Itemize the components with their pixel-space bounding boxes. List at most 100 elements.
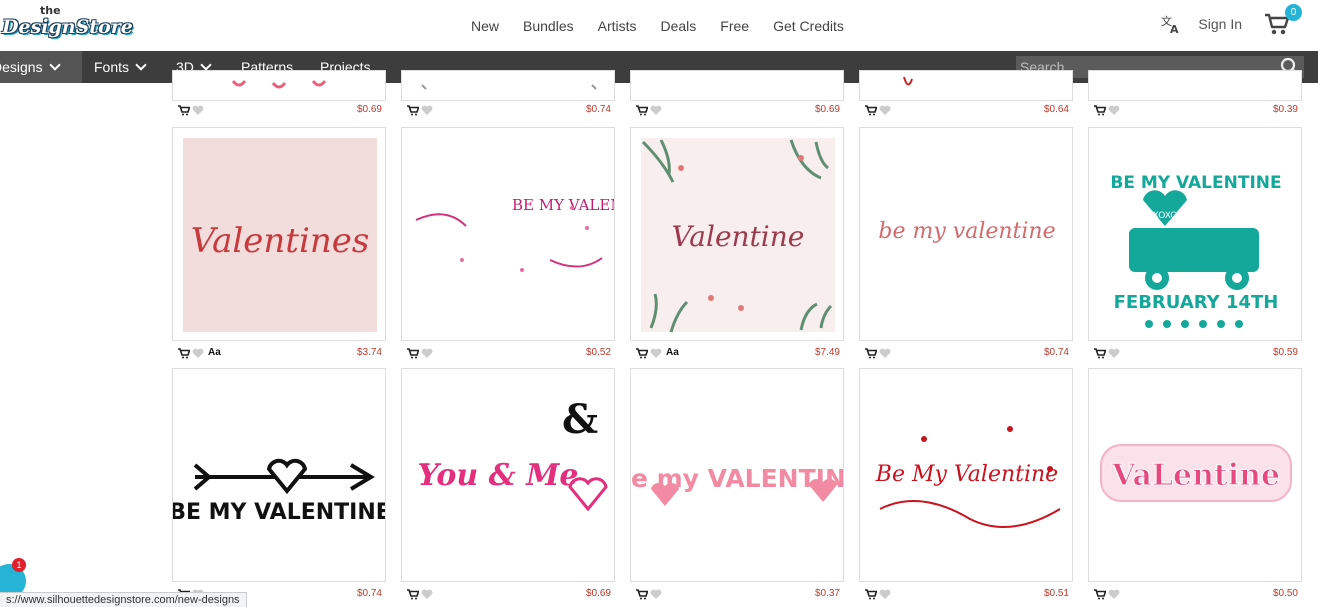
product-price: $0.69 <box>814 104 840 115</box>
card-title: BE MY VALENTINE <box>1110 173 1281 193</box>
category-fonts[interactable]: Fonts <box>94 51 147 83</box>
nav-artists[interactable]: Artists <box>598 18 637 34</box>
truck-heart-text: XOXO <box>1153 211 1178 221</box>
nav-get-credits[interactable]: Get Credits <box>773 18 844 34</box>
favorite-heart-icon[interactable] <box>879 348 891 359</box>
product-card[interactable]: be my VALENTINE <box>630 368 844 582</box>
card-meta: $0.69 <box>636 104 840 118</box>
add-to-cart-icon[interactable] <box>865 105 877 116</box>
product-price: $0.51 <box>1043 588 1069 599</box>
favorite-heart-icon[interactable] <box>1108 589 1120 600</box>
card-meta: $0.64 <box>865 104 1069 118</box>
product-image: Valentines <box>183 138 377 332</box>
favorite-heart-icon[interactable] <box>1108 348 1120 359</box>
category-fonts-label: Fonts <box>94 59 130 75</box>
add-to-cart-icon[interactable] <box>636 348 648 359</box>
product-price: $0.64 <box>1043 104 1069 115</box>
product-card[interactable]: VaLentine <box>1088 368 1302 582</box>
card-meta: Aa $7.49 <box>636 347 840 361</box>
product-card[interactable]: Valentine <box>630 127 844 341</box>
chat-notification-badge: 1 <box>12 558 26 572</box>
product-card[interactable] <box>859 70 1073 101</box>
add-to-cart-icon[interactable] <box>407 348 419 359</box>
product-price: $0.59 <box>1272 347 1298 358</box>
card-title: Valentines <box>191 221 370 261</box>
nav-free[interactable]: Free <box>720 18 749 34</box>
product-price: $0.74 <box>356 588 382 599</box>
product-image: be my VALENTINE <box>631 464 843 506</box>
nav-bundles[interactable]: Bundles <box>523 18 574 34</box>
product-price: $7.49 <box>814 347 840 358</box>
add-to-cart-icon[interactable] <box>865 589 877 600</box>
favorite-heart-icon[interactable] <box>650 589 662 600</box>
favorite-heart-icon[interactable] <box>192 105 204 116</box>
favorite-heart-icon[interactable] <box>421 589 433 600</box>
add-to-cart-icon[interactable] <box>636 105 648 116</box>
add-to-cart-icon[interactable] <box>1094 348 1106 359</box>
category-designs[interactable]: Designs <box>0 51 82 83</box>
chevron-down-icon <box>135 59 147 71</box>
add-to-cart-icon[interactable] <box>1094 105 1106 116</box>
nav-new[interactable]: New <box>471 18 499 34</box>
favorite-heart-icon[interactable] <box>650 105 662 116</box>
product-card[interactable] <box>630 70 844 101</box>
favorite-heart-icon[interactable] <box>421 348 433 359</box>
product-card[interactable] <box>172 70 386 101</box>
favorite-heart-icon[interactable] <box>192 348 204 359</box>
card-title-amp: & <box>562 396 598 443</box>
card-title: BE MY VALENTINE <box>173 500 386 525</box>
site-logo[interactable]: the DesignStore <box>0 4 133 48</box>
font-badge: Aa <box>208 347 221 358</box>
cart-button[interactable]: 0 <box>1264 4 1302 37</box>
product-card[interactable] <box>1088 70 1302 101</box>
cart-count-badge: 0 <box>1285 4 1302 21</box>
product-image <box>231 80 327 89</box>
translate-icon[interactable]: 文 A <box>1160 13 1182 35</box>
favorite-heart-icon[interactable] <box>879 589 891 600</box>
card-meta: $0.50 <box>1094 588 1298 602</box>
product-price: $0.69 <box>585 588 611 599</box>
product-price: $0.39 <box>1272 104 1298 115</box>
product-price: $0.69 <box>356 104 382 115</box>
add-to-cart-icon[interactable] <box>178 105 190 116</box>
add-to-cart-icon[interactable] <box>407 105 419 116</box>
add-to-cart-icon[interactable] <box>636 589 648 600</box>
product-image: be my valentine <box>878 219 1055 244</box>
card-title: be my valentine <box>878 219 1055 244</box>
card-meta: $0.59 <box>1094 347 1298 361</box>
nav-deals[interactable]: Deals <box>661 18 697 34</box>
card-meta: $0.69 <box>178 104 382 118</box>
favorite-heart-icon[interactable] <box>650 348 662 359</box>
product-card[interactable]: You & Me & <box>401 368 615 582</box>
product-price: $0.50 <box>1272 588 1298 599</box>
card-meta: Aa $3.74 <box>178 347 382 361</box>
add-to-cart-icon[interactable] <box>407 589 419 600</box>
product-card[interactable]: Valentines <box>172 127 386 341</box>
product-card[interactable] <box>401 70 615 101</box>
header-tools: 文 A Sign In 0 <box>1160 4 1302 37</box>
product-price: $0.52 <box>585 347 611 358</box>
card-subtitle: FEBRUARY 14TH <box>1114 292 1279 313</box>
favorite-heart-icon[interactable] <box>879 105 891 116</box>
add-to-cart-icon[interactable] <box>178 348 190 359</box>
card-meta: $0.74 <box>407 104 611 118</box>
product-card[interactable]: Be My Valentine <box>859 368 1073 582</box>
product-image: Valentine <box>641 138 835 333</box>
add-to-cart-icon[interactable] <box>865 348 877 359</box>
sign-in-link[interactable]: Sign In <box>1198 16 1242 32</box>
favorite-heart-icon[interactable] <box>1108 105 1120 116</box>
product-price: $0.74 <box>1043 347 1069 358</box>
card-title-part: BE MY VALENTINE? <box>512 196 615 214</box>
product-card[interactable]: BE MY VALENTINE? <box>401 127 615 341</box>
product-card[interactable]: BE MY VALENTINE XOXO FEBRUARY 14TH <box>1088 127 1302 341</box>
product-image: Be My Valentine <box>875 426 1061 528</box>
card-meta: $0.52 <box>407 347 611 361</box>
product-image: BE MY VALENTINE XOXO FEBRUARY 14TH <box>1110 173 1282 328</box>
product-card[interactable]: BE MY VALENTINE <box>172 368 386 582</box>
add-to-cart-icon[interactable] <box>1094 589 1106 600</box>
chevron-down-icon <box>200 59 212 71</box>
favorite-heart-icon[interactable] <box>421 105 433 116</box>
product-card[interactable]: be my valentine <box>859 127 1073 341</box>
chevron-down-icon <box>48 59 61 71</box>
product-image: BE MY VALENTINE <box>173 458 386 525</box>
